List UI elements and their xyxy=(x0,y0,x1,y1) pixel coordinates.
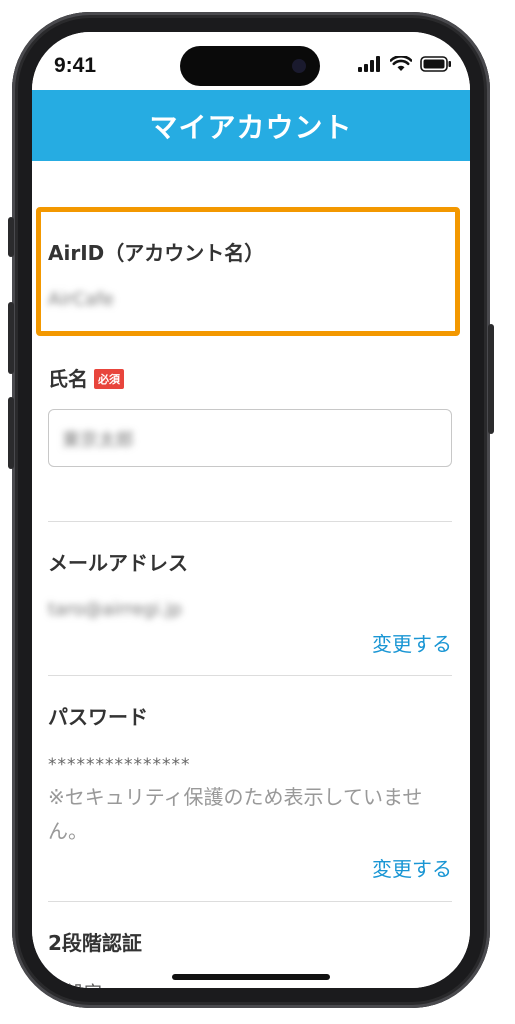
divider xyxy=(48,901,452,902)
side-button-power xyxy=(488,324,494,434)
page-title: マイアカウント xyxy=(149,110,353,144)
airid-value: AirCafe xyxy=(48,289,114,310)
password-note: ※セキュリティ保護のため表示していません。 xyxy=(48,785,423,843)
airid-label: AirID（アカウント名） xyxy=(48,241,265,265)
two-factor-label: 2段階認証 xyxy=(48,931,142,955)
side-button-volume-down xyxy=(8,397,14,469)
status-bar: 9:41 xyxy=(32,32,470,90)
password-change-link[interactable]: 変更する xyxy=(372,853,452,882)
divider xyxy=(48,521,452,522)
account-content[interactable]: AirID（アカウント名） AirCafe 氏名 必須 東京太郎 メールアドレス … xyxy=(32,161,470,988)
email-label: メールアドレス xyxy=(48,551,188,575)
divider xyxy=(48,675,452,676)
wifi-icon xyxy=(390,56,412,71)
home-indicator[interactable] xyxy=(172,974,330,980)
airid-highlight-box xyxy=(36,207,460,336)
phone-screen: 9:41 マイアカウント AirID（アカウント名） AirCafe 氏名 必須… xyxy=(32,32,470,988)
status-time: 9:41 xyxy=(54,54,97,77)
email-value: taro@airregi.jp xyxy=(48,599,182,620)
cellular-signal-icon xyxy=(358,56,380,72)
status-icons xyxy=(358,56,452,72)
name-input-value: 東京太郎 xyxy=(62,430,134,451)
two-factor-status: 未設定 xyxy=(48,979,102,988)
front-camera-icon xyxy=(292,59,306,73)
email-change-link[interactable]: 変更する xyxy=(372,628,452,657)
name-label: 氏名 xyxy=(48,367,88,391)
side-button-action xyxy=(8,217,14,257)
app-header: マイアカウント xyxy=(32,90,470,161)
password-masked: *************** xyxy=(48,755,191,775)
name-label-row: 氏名 必須 xyxy=(48,363,124,392)
side-button-volume-up xyxy=(8,302,14,374)
required-badge: 必須 xyxy=(94,369,124,389)
battery-icon xyxy=(420,56,451,72)
password-label: パスワード xyxy=(48,705,148,729)
dynamic-island xyxy=(180,46,320,86)
